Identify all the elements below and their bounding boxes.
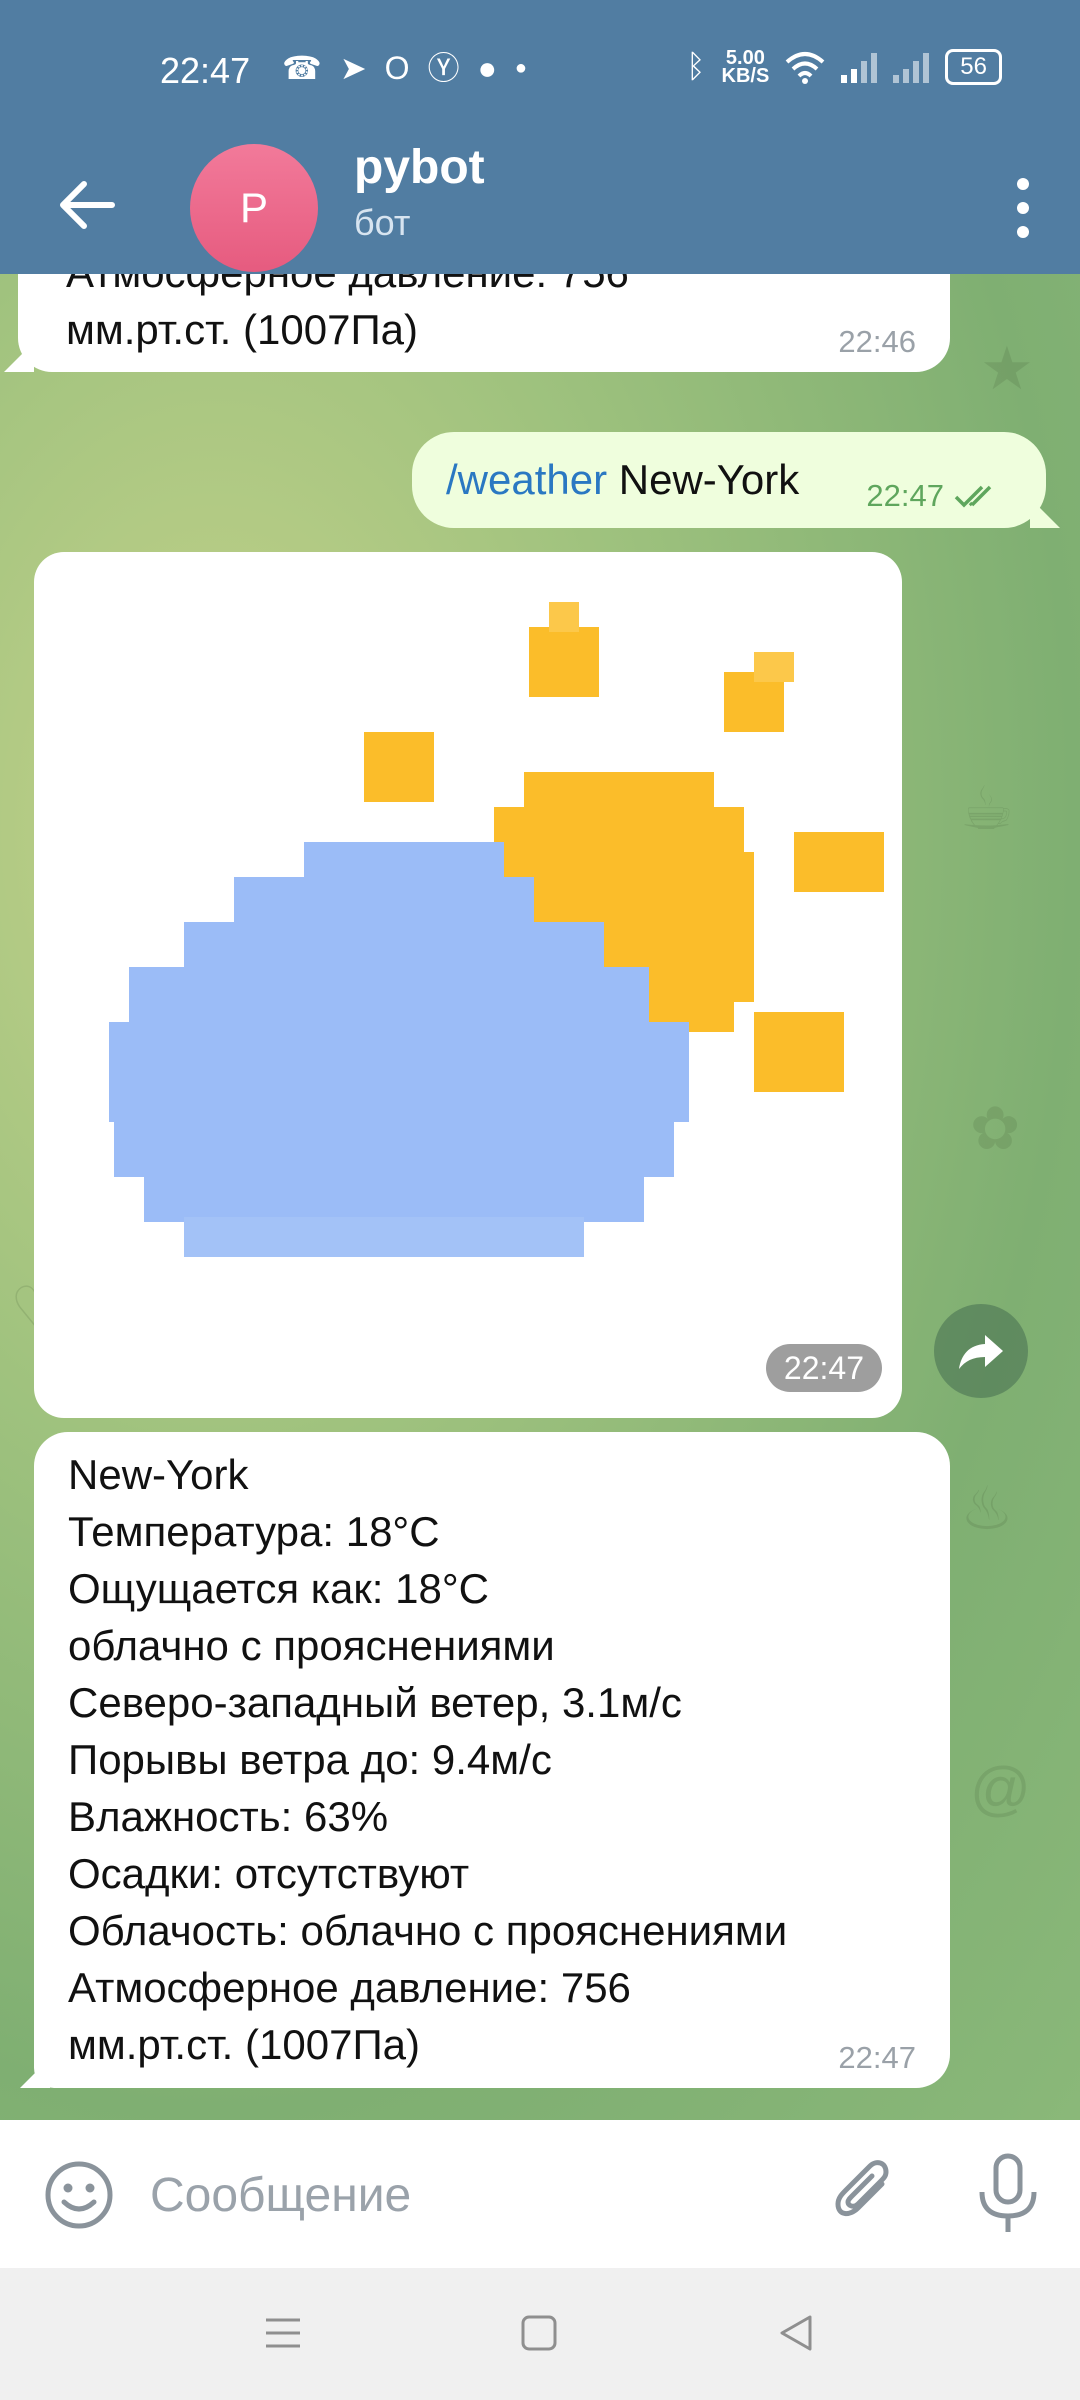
weather-report-message[interactable]: New-York Температура: 18°C Ощущается как… [34,1432,950,2088]
dot-icon: ● [514,57,527,79]
double-check-icon [954,485,992,508]
opera-icon: O [384,50,410,86]
report-gusts: Порывы ветра до: 9.4м/с [68,1736,552,1783]
pattern-balloon-icon: ♨ [960,1475,1014,1542]
report-wind: Северо-западный ветер, 3.1м/с [68,1679,682,1726]
report-temperature: Температура: 18°C [68,1508,440,1555]
report-city: New-York [68,1451,249,1498]
back-arrow-icon[interactable] [52,170,122,240]
report-cloudiness: Облачость: облачно с прояснениями [68,1907,788,1954]
report-pressure-units: мм.рт.ст. (1007Па) [68,2021,420,2068]
report-description: облачно с прояснениями [68,1622,555,1669]
viber-icon: ☎ [282,50,322,86]
message-input[interactable] [148,2156,792,2234]
wifi-icon [785,51,825,84]
message-time: 22:47 [838,2040,916,2075]
microphone-icon[interactable] [972,2152,1044,2236]
report-precipitation: Осадки: отсутствуют [68,1850,470,1897]
partly-cloudy-icon [109,602,884,1257]
outgoing-message[interactable]: /weather New-York 22:47 [412,432,1046,528]
home-nav-icon[interactable] [518,2312,560,2354]
battery-icon: 56 [945,48,1002,85]
report-humidity: Влажность: 63% [68,1793,389,1840]
avatar[interactable]: P [190,144,318,272]
report-feels-like: Ощущается как: 18°C [68,1565,489,1612]
weather-image-message[interactable]: 22:47 [34,552,902,1418]
bot-command-link[interactable]: /weather [446,456,607,503]
message-meta: 22:47 [866,478,1004,514]
telegram-icon: ➤ [339,50,367,86]
system-nav-bar [0,2268,1080,2400]
incoming-message[interactable]: Атмосферное давление: 756 мм.рт.ст. (100… [18,274,950,372]
message-line: Атмосферное давление: 756 [66,274,902,301]
signal-icon [841,51,878,83]
command-argument: New-York [607,456,800,503]
share-button[interactable] [934,1304,1028,1398]
share-arrow-icon [959,1335,1003,1369]
net-speed-unit: KB/S [721,64,770,87]
status-time: 22:47 [160,50,251,91]
message-input-bar [0,2120,1080,2268]
net-speed-value: 5.00 [725,46,765,69]
message-time: 22:47 [866,478,944,513]
pattern-flower-icon: ✿ [970,1095,1021,1162]
pattern-spiral-icon: @ [970,1755,1031,1822]
pattern-cup-icon: ☕ [960,775,1014,842]
emoji-icon[interactable] [44,2160,114,2230]
chat-title[interactable]: pybot [354,140,485,195]
person-icon: ● [477,50,497,86]
signal-off-icon [893,51,930,83]
notification-icons: ☎ ➤ O Ⓨ ● ● [282,48,527,88]
bluetooth-icon: ᛒ [686,48,706,84]
report-pressure: Атмосферное давление: 756 [68,1964,631,2011]
more-options-icon[interactable] [998,168,1048,248]
chat-subtitle: бот [354,202,411,243]
message-time: 22:47 [765,1344,882,1392]
back-nav-icon[interactable] [776,2312,818,2354]
message-line: мм.рт.ст. (1007Па) [66,306,418,353]
attach-icon[interactable] [830,2156,900,2232]
net-speed: 5.00 KB/S [721,46,770,87]
yandex-icon: Ⓨ [427,50,460,86]
chat-header: P pybot бот [0,140,1080,274]
menu-nav-icon[interactable] [262,2312,304,2354]
message-time: 22:46 [838,324,916,359]
pattern-star-icon: ★ [980,335,1034,402]
chat-area[interactable]: ★ ❦ ☕ ✿ ♨ @ ♡ Атмосферное давление: 756 … [0,274,1080,2120]
status-bar: 22:47 ☎ ➤ O Ⓨ ● ● ᛒ 5.00 KB/S 56 [0,0,1080,140]
system-icons: ᛒ 5.00 KB/S 56 [686,46,1002,87]
